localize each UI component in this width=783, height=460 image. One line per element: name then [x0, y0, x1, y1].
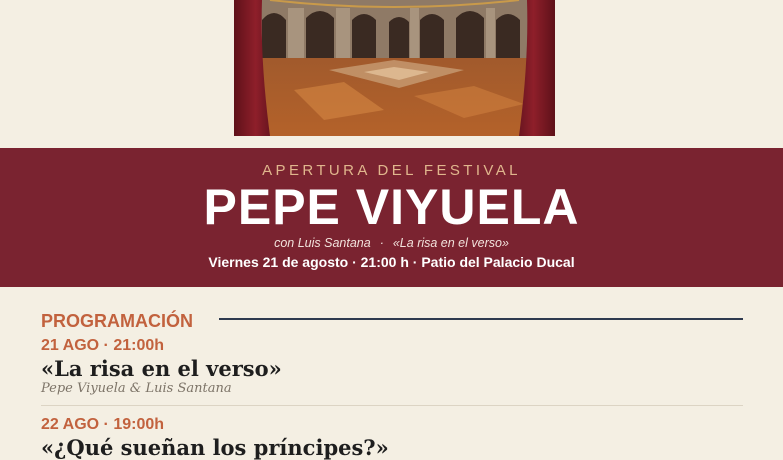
- program-header: PROGRAMACIÓN: [41, 311, 743, 331]
- banner-details: Viernes 21 de agosto · 21:00 h · Patio d…: [208, 254, 575, 270]
- hero-photo: [234, 0, 555, 136]
- courtyard-stage-illustration: [234, 0, 555, 136]
- banner-kicker: APERTURA DEL FESTIVAL: [262, 162, 521, 179]
- banner-show-title: «La risa en el verso»: [392, 236, 509, 250]
- event-when: 21 AGO · 21:00h: [41, 337, 165, 354]
- festival-banner: APERTURA DEL FESTIVAL PEPE VIYUELA con L…: [0, 148, 783, 287]
- event-when: 22 AGO · 19:00h: [41, 416, 165, 433]
- program-title: PROGRAMACIÓN: [41, 311, 193, 331]
- program-rule: [219, 318, 743, 320]
- event-item[interactable]: 22 AGO · 19:00h «¿Qué sueñan los príncip…: [41, 416, 743, 460]
- banner-separator: ·: [379, 236, 384, 250]
- event-name: «La risa en el verso»: [41, 356, 282, 381]
- event-name: «¿Qué sueñan los príncipes?»: [41, 435, 389, 460]
- banner-subline: con Luis Santana · «La risa en el verso»: [0, 236, 783, 250]
- banner-with: con Luis Santana: [274, 236, 371, 250]
- event-item[interactable]: 21 AGO · 21:00h «La risa en el verso» Pe…: [41, 337, 743, 397]
- banner-headline: PEPE VIYUELA: [203, 179, 580, 235]
- event-artists: Pepe Viyuela & Luis Santana: [41, 381, 232, 396]
- event-divider: [41, 405, 743, 406]
